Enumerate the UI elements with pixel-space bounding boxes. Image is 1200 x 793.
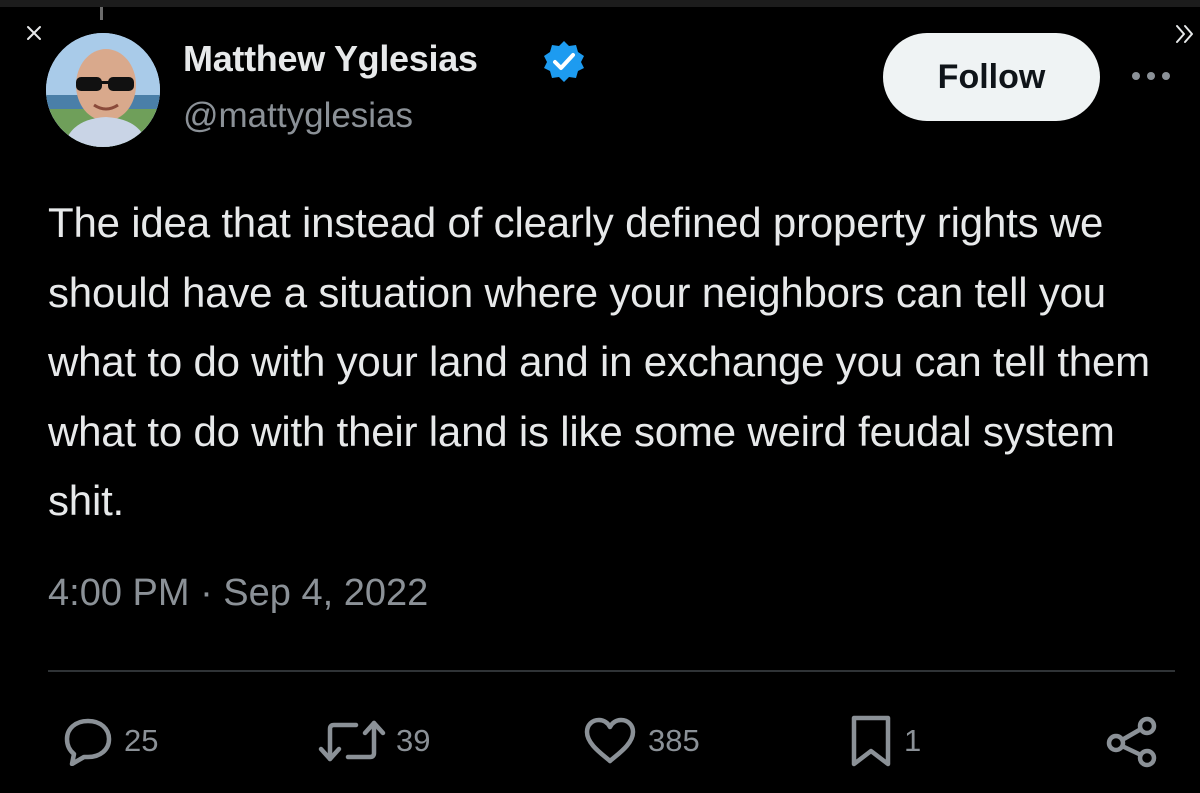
more-icon[interactable] (1128, 68, 1174, 84)
close-icon[interactable] (24, 23, 44, 43)
tweet-timestamp[interactable]: 4:00 PM · Sep 4, 2022 (48, 572, 428, 615)
avatar[interactable] (46, 33, 160, 147)
bookmark-count: 1 (904, 723, 922, 758)
bookmark-button[interactable]: 1 (848, 712, 921, 770)
share-icon (1106, 716, 1157, 768)
bookmark-icon (851, 715, 891, 767)
author-handle[interactable]: @mattyglesias (183, 96, 413, 136)
expand-icon[interactable] (1173, 23, 1197, 45)
like-button[interactable]: 385 (582, 712, 700, 770)
like-count: 385 (648, 723, 700, 758)
verified-badge-icon (541, 38, 587, 84)
like-icon (584, 717, 636, 764)
retweet-button[interactable]: 39 (318, 712, 430, 770)
reply-count: 25 (124, 723, 159, 758)
tweet-text: The idea that instead of clearly defined… (48, 199, 1150, 524)
author-display-name[interactable]: Matthew Yglesias (183, 38, 478, 80)
reply-icon (64, 718, 112, 766)
reply-button[interactable]: 25 (62, 712, 158, 770)
divider (48, 670, 1175, 672)
drag-handle (100, 7, 103, 20)
retweet-count: 39 (396, 723, 431, 758)
share-button[interactable] (1104, 712, 1160, 770)
retweet-icon (318, 720, 386, 762)
follow-button[interactable]: Follow (883, 33, 1100, 121)
top-bar (0, 0, 1200, 7)
